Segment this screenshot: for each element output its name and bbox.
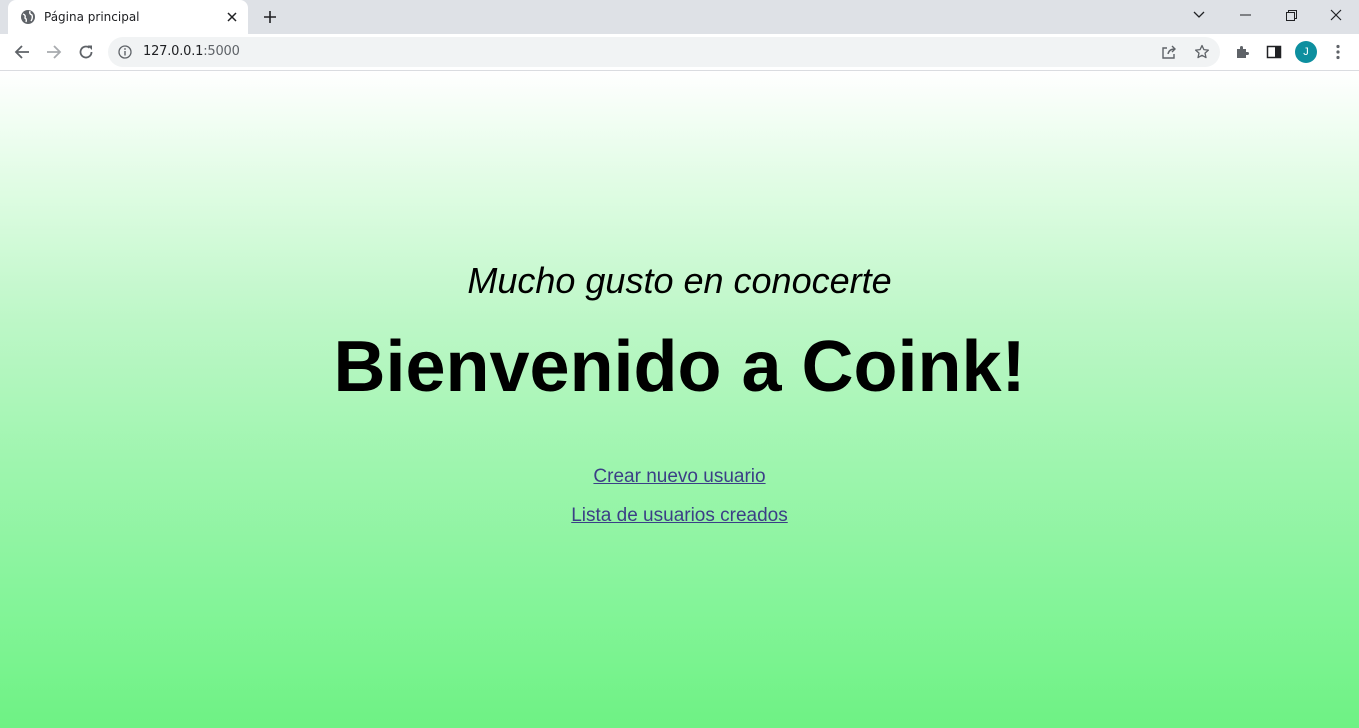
close-window-icon[interactable] (1313, 0, 1359, 30)
new-tab-icon[interactable] (258, 6, 282, 28)
bookmark-star-icon[interactable] (1191, 41, 1213, 63)
url-host: 127.0.0.1 (143, 44, 204, 59)
address-bar[interactable]: 127.0.0.1:5000 (108, 37, 1220, 67)
url-port: :5000 (203, 44, 240, 59)
extensions-puzzle-icon[interactable] (1227, 37, 1257, 67)
globe-icon (20, 9, 36, 25)
page-subtitle: Mucho gusto en conocerte (467, 260, 892, 301)
profile-avatar[interactable]: J (1295, 41, 1317, 63)
minimize-icon[interactable] (1222, 0, 1268, 30)
reload-icon[interactable] (71, 37, 101, 67)
side-panel-icon[interactable] (1259, 37, 1289, 67)
url-text: 127.0.0.1:5000 (143, 44, 240, 59)
link-row-create-user: Crear nuevo usuario (0, 466, 1359, 488)
tab-strip: Página principal (0, 0, 1359, 34)
page-content: Mucho gusto en conocerte Bienvenido a Co… (0, 71, 1359, 728)
share-icon[interactable] (1158, 41, 1180, 63)
link-row-user-list: Lista de usuarios creados (0, 505, 1359, 527)
restore-icon[interactable] (1268, 0, 1314, 30)
info-icon[interactable] (116, 43, 134, 61)
forward-arrow-icon[interactable] (39, 37, 69, 67)
page-title: Bienvenido a Coink! (333, 327, 1026, 407)
close-tab-icon[interactable] (222, 7, 242, 27)
user-list-link[interactable]: Lista de usuarios creados (571, 505, 788, 526)
back-arrow-icon[interactable] (7, 37, 37, 67)
tab-search-icon[interactable] (1176, 0, 1222, 30)
create-user-link[interactable]: Crear nuevo usuario (593, 466, 765, 487)
browser-toolbar: 127.0.0.1:5000 J (0, 34, 1359, 70)
menu-kebab-icon[interactable] (1323, 37, 1353, 67)
tab-title: Página principal (44, 10, 140, 24)
tab-pagina-principal[interactable]: Página principal (8, 0, 248, 34)
